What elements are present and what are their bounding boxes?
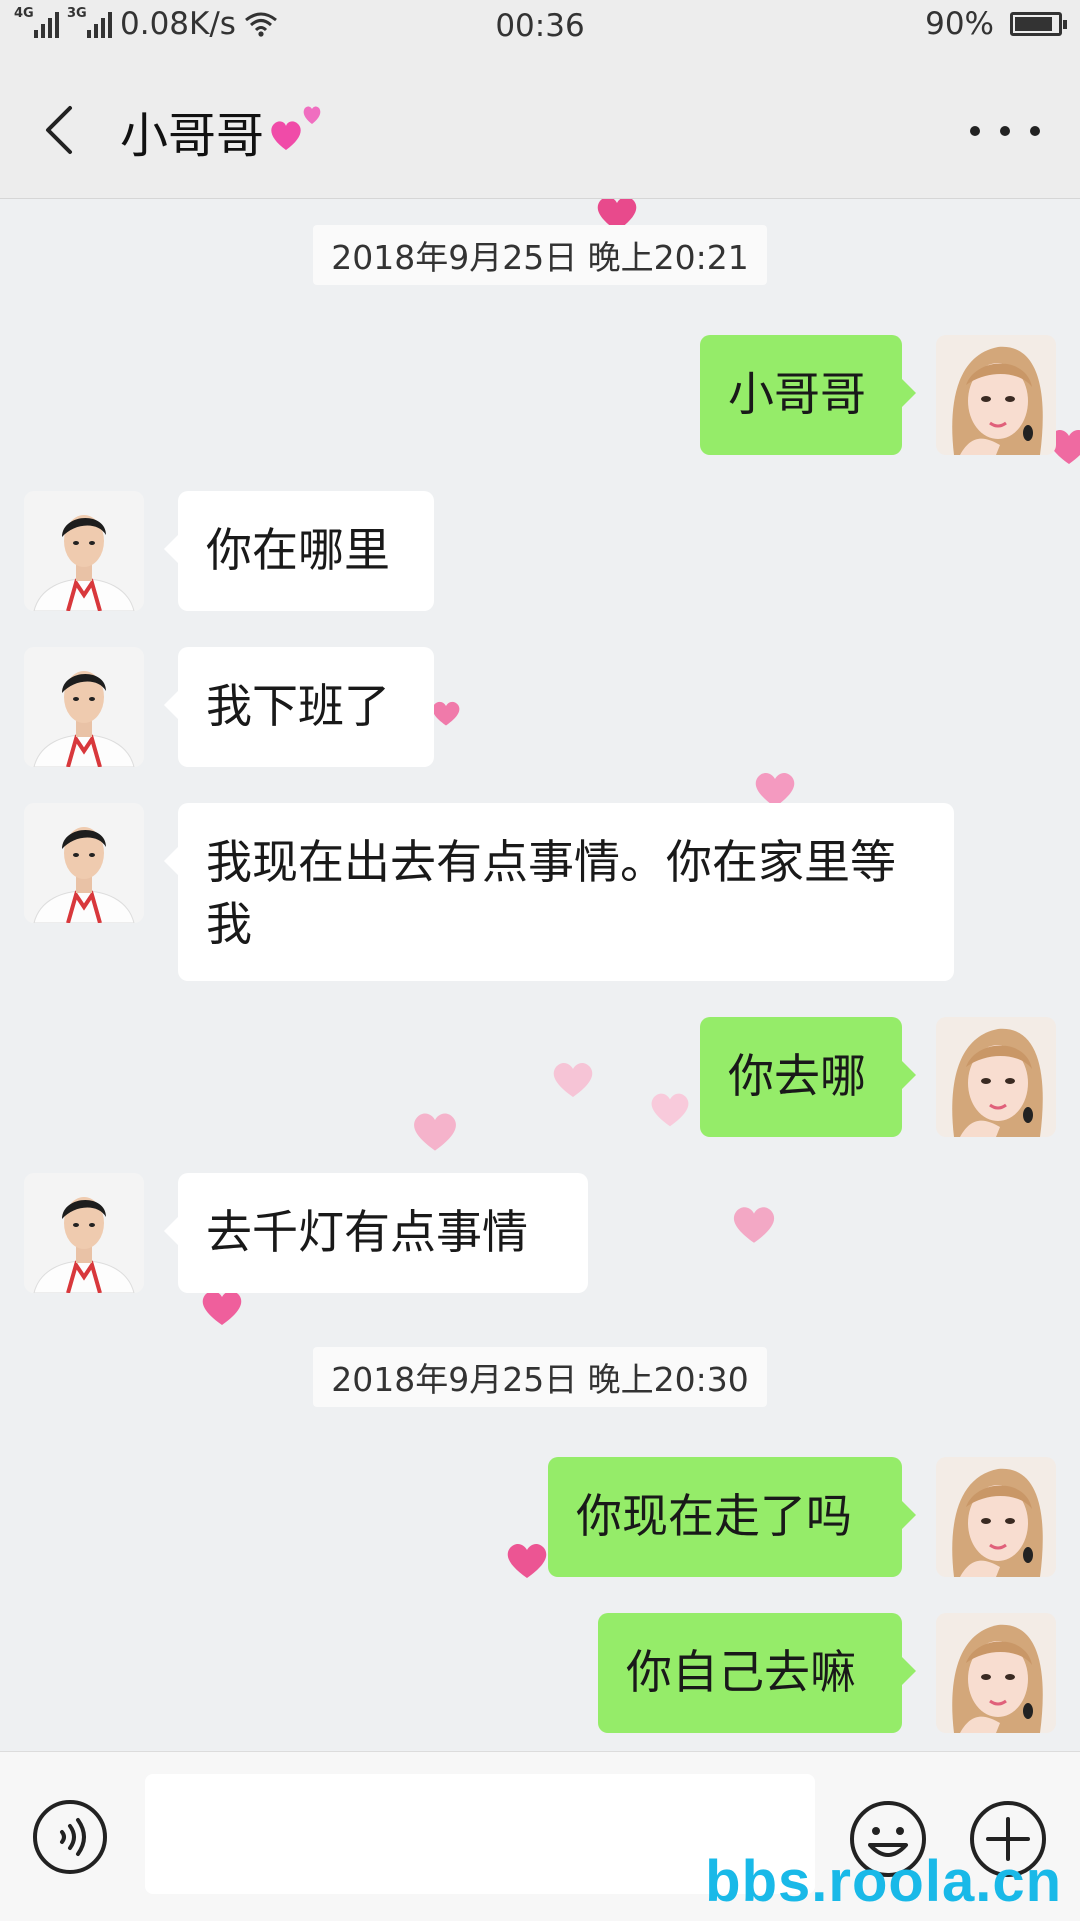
message-bubble-outgoing[interactable]: 你现在走了吗 bbox=[548, 1457, 916, 1577]
status-right: 90% bbox=[925, 6, 1067, 42]
message-text: 我现在出去有点事情。你在家里等我 bbox=[206, 835, 896, 951]
message-bubble-outgoing[interactable]: 小哥哥 bbox=[700, 335, 916, 455]
heart-decoration-icon bbox=[651, 1093, 689, 1127]
timestamp-text: 2018年9月25日 晚上20:21 bbox=[313, 225, 767, 285]
message-text: 你在哪里 bbox=[206, 523, 390, 577]
message-text: 你去哪 bbox=[728, 1049, 866, 1103]
message-bubble-outgoing[interactable]: 你去哪 bbox=[700, 1017, 916, 1137]
message-text: 我下班了 bbox=[206, 679, 390, 733]
watermark: bbs.roola.cn bbox=[705, 1849, 1062, 1914]
message-text: 小哥哥 bbox=[728, 367, 866, 421]
heart-decoration-icon bbox=[432, 701, 460, 726]
voice-input-icon[interactable] bbox=[32, 1799, 108, 1875]
heart-decoration-icon bbox=[733, 1207, 775, 1243]
message-text: 去千灯有点事情 bbox=[206, 1205, 528, 1259]
contact-avatar[interactable] bbox=[24, 1173, 144, 1293]
contact-avatar[interactable] bbox=[24, 647, 144, 767]
heart-decoration-icon bbox=[202, 1290, 242, 1325]
heart-decoration-icon bbox=[414, 1113, 456, 1151]
my-avatar[interactable] bbox=[936, 1017, 1056, 1137]
back-arrow-icon[interactable] bbox=[38, 100, 88, 160]
timestamp: 2018年9月25日 晚上20:30 bbox=[0, 1347, 1080, 1407]
status-time: 00:36 bbox=[495, 8, 585, 44]
chat-title: 小哥哥 bbox=[120, 96, 330, 166]
chat-area: 2018年9月25日 晚上20:21 小哥哥 你在哪里 我下班了 我现在出去有点… bbox=[0, 199, 1080, 1751]
message-text: 你现在走了吗 bbox=[576, 1489, 852, 1543]
my-avatar[interactable] bbox=[936, 1613, 1056, 1733]
timestamp-text: 2018年9月25日 晚上20:30 bbox=[313, 1347, 767, 1407]
input-bar: bbs.roola.cn bbox=[0, 1751, 1080, 1921]
chat-header: 小哥哥 bbox=[0, 58, 1080, 199]
contact-avatar[interactable] bbox=[24, 803, 144, 923]
status-bar: 4G 3G 0.08K/s 00:36 90% bbox=[0, 0, 1080, 58]
message-bubble-incoming[interactable]: 去千灯有点事情 bbox=[164, 1173, 588, 1293]
two-hearts-emoji bbox=[271, 106, 321, 150]
message-bubble-outgoing[interactable]: 你自己去嘛 bbox=[598, 1613, 916, 1733]
my-avatar[interactable] bbox=[936, 1457, 1056, 1577]
message-bubble-incoming[interactable]: 你在哪里 bbox=[164, 491, 434, 611]
more-options-icon[interactable] bbox=[970, 116, 1040, 146]
timestamp: 2018年9月25日 晚上20:21 bbox=[0, 225, 1080, 285]
heart-decoration-icon bbox=[507, 1543, 547, 1578]
message-bubble-incoming[interactable]: 我下班了 bbox=[164, 647, 434, 767]
message-text: 你自己去嘛 bbox=[626, 1645, 856, 1699]
contact-name: 小哥哥 bbox=[120, 108, 265, 164]
battery-percent: 90% bbox=[925, 6, 994, 42]
my-avatar[interactable] bbox=[936, 335, 1056, 455]
battery-icon bbox=[1010, 12, 1067, 36]
heart-decoration-icon bbox=[553, 1062, 593, 1097]
message-bubble-incoming[interactable]: 我现在出去有点事情。你在家里等我 bbox=[164, 803, 954, 981]
contact-avatar[interactable] bbox=[24, 491, 144, 611]
